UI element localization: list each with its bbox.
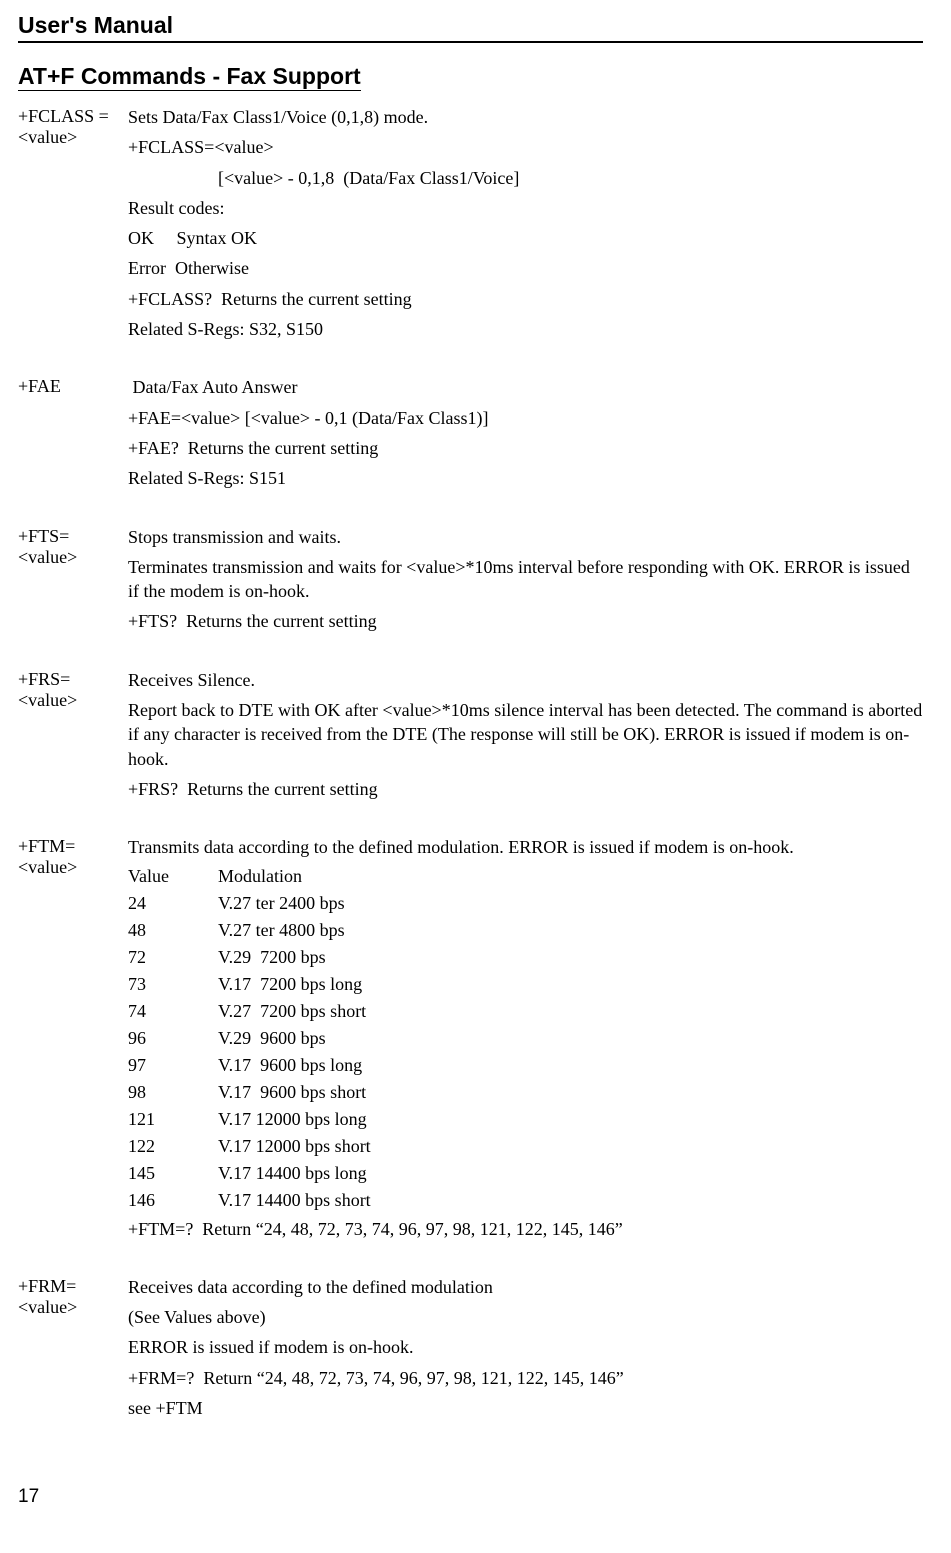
modulation-header: ValueModulation — [128, 866, 923, 887]
text-line: Error Otherwise — [128, 256, 923, 280]
text-line: [<value> - 0,1,8 (Data/Fax Class1/Voice] — [128, 166, 923, 190]
modulation-row: 145V.17 14400 bps long — [128, 1163, 923, 1184]
modulation-row: 74V.27 7200 bps short — [128, 1001, 923, 1022]
modulation-value: 73 — [128, 974, 218, 995]
modulation-label: V.17 14400 bps short — [218, 1190, 371, 1211]
command-entry: +FCLASS =<value>Sets Data/Fax Class1/Voi… — [18, 105, 923, 347]
command-description: Data/Fax Auto Answer +FAE=<value> [<value… — [128, 375, 923, 496]
modulation-value: 72 — [128, 947, 218, 968]
command-entry: +FRM= <value>Receives data according to … — [18, 1275, 923, 1426]
text-line: OK Syntax OK — [128, 226, 923, 250]
command-name: +FCLASS =<value> — [18, 105, 128, 148]
modulation-row: 73V.17 7200 bps long — [128, 974, 923, 995]
text-line: Receives data according to the defined m… — [128, 1275, 923, 1299]
page-number: 17 — [18, 1486, 923, 1508]
modulation-value: 98 — [128, 1082, 218, 1103]
modulation-row: 98V.17 9600 bps short — [128, 1082, 923, 1103]
modulation-label: V.17 12000 bps short — [218, 1136, 371, 1157]
modulation-row: 24V.27 ter 2400 bps — [128, 893, 923, 914]
modulation-label: V.27 ter 4800 bps — [218, 920, 345, 941]
modulation-row: 97V.17 9600 bps long — [128, 1055, 923, 1076]
modulation-value: 24 — [128, 893, 218, 914]
command-name: +FTM= <value> — [18, 835, 128, 878]
text-line: ERROR is issued if modem is on-hook. — [128, 1335, 923, 1359]
modulation-row: 146V.17 14400 bps short — [128, 1190, 923, 1211]
modulation-row: 72V.29 7200 bps — [128, 947, 923, 968]
text-line: +FCLASS=<value> — [128, 135, 923, 159]
modulation-label: V.17 7200 bps long — [218, 974, 362, 995]
text-line: Stops transmission and waits. — [128, 525, 923, 549]
text-line: Related S-Regs: S151 — [128, 466, 923, 490]
modulation-value: 96 — [128, 1028, 218, 1049]
command-entry: +FTM= <value>Transmits data according to… — [18, 835, 923, 1247]
text-line: +FAE=<value> [<value> - 0,1 (Data/Fax Cl… — [128, 406, 923, 430]
modulation-row: 121V.17 12000 bps long — [128, 1109, 923, 1130]
command-description: Receives data according to the defined m… — [128, 1275, 923, 1426]
command-entry: +FTS= <value>Stops transmission and wait… — [18, 525, 923, 640]
modulation-value: 145 — [128, 1163, 218, 1184]
text-line: see +FTM — [128, 1396, 923, 1420]
text-line: (See Values above) — [128, 1305, 923, 1329]
modulation-value: 146 — [128, 1190, 218, 1211]
text-line: Report back to DTE with OK after <value>… — [128, 698, 923, 771]
section-heading: AT+F Commands - Fax Support — [18, 63, 361, 91]
modulation-value: 121 — [128, 1109, 218, 1130]
command-description: Receives Silence. Report back to DTE with… — [128, 668, 923, 807]
modulation-label: V.17 9600 bps long — [218, 1055, 362, 1076]
text-line: +FCLASS? Returns the current setting — [128, 287, 923, 311]
command-description: Transmits data according to the defined … — [128, 835, 923, 1247]
modulation-row: 96V.29 9600 bps — [128, 1028, 923, 1049]
modulation-value: 122 — [128, 1136, 218, 1157]
text-line: Data/Fax Auto Answer — [128, 375, 923, 399]
text-line: +FTS? Returns the current setting — [128, 609, 923, 633]
modulation-label: V.17 12000 bps long — [218, 1109, 367, 1130]
modulation-label: V.29 9600 bps — [218, 1028, 326, 1049]
command-description: Stops transmission and waits. Terminates … — [128, 525, 923, 640]
modulation-value-header: Value — [128, 866, 218, 887]
modulation-label: V.27 ter 2400 bps — [218, 893, 345, 914]
modulation-value: 97 — [128, 1055, 218, 1076]
text-line: Sets Data/Fax Class1/Voice (0,1,8) mode. — [128, 105, 923, 129]
command-list: +FCLASS =<value>Sets Data/Fax Class1/Voi… — [18, 105, 923, 1426]
modulation-label: V.17 9600 bps short — [218, 1082, 366, 1103]
text-line: Transmits data according to the defined … — [128, 835, 923, 859]
command-name: +FAE — [18, 375, 128, 397]
text-line: Related S-Regs: S32, S150 — [128, 317, 923, 341]
modulation-row: 122V.17 12000 bps short — [128, 1136, 923, 1157]
text-line: +FTM=? Return “24, 48, 72, 73, 74, 96, 9… — [128, 1217, 923, 1241]
modulation-value: 48 — [128, 920, 218, 941]
command-description: Sets Data/Fax Class1/Voice (0,1,8) mode.… — [128, 105, 923, 347]
text-line: +FAE? Returns the current setting — [128, 436, 923, 460]
command-name: +FTS= <value> — [18, 525, 128, 568]
modulation-label: V.29 7200 bps — [218, 947, 326, 968]
command-name: +FRM= <value> — [18, 1275, 128, 1318]
text-line: +FRM=? Return “24, 48, 72, 73, 74, 96, 9… — [128, 1366, 923, 1390]
text-line: +FRS? Returns the current setting — [128, 777, 923, 801]
modulation-label: V.17 14400 bps long — [218, 1163, 367, 1184]
command-entry: +FRS= <value>Receives Silence. Report bac… — [18, 668, 923, 807]
text-line: Terminates transmission and waits for <v… — [128, 555, 923, 604]
text-line: Result codes: — [128, 196, 923, 220]
modulation-value: 74 — [128, 1001, 218, 1022]
command-name: +FRS= <value> — [18, 668, 128, 711]
command-entry: +FAE Data/Fax Auto Answer +FAE=<value> [<… — [18, 375, 923, 496]
text-line: Receives Silence. — [128, 668, 923, 692]
modulation-row: 48V.27 ter 4800 bps — [128, 920, 923, 941]
modulation-label: V.27 7200 bps short — [218, 1001, 366, 1022]
page-header: User's Manual — [18, 12, 923, 43]
modulation-label-header: Modulation — [218, 866, 302, 887]
